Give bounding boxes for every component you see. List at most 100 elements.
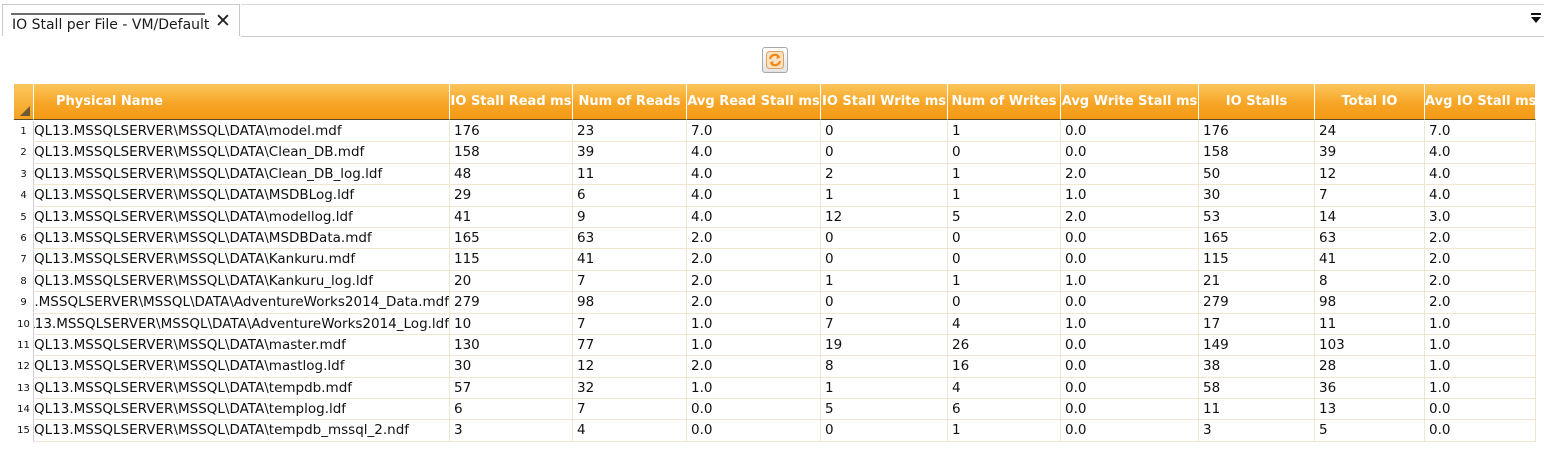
cell-total-io[interactable]: 5 (1315, 420, 1425, 442)
cell-num-of-reads[interactable]: 41 (573, 249, 687, 271)
row-number[interactable]: 10 (14, 313, 34, 335)
cell-total-io[interactable]: 98 (1315, 292, 1425, 314)
row-number[interactable]: 6 (14, 227, 34, 250)
cell-avg-write-stall-ms[interactable]: 0.0 (1061, 227, 1199, 250)
cell-avg-io-stall-ms[interactable]: 2.0 (1425, 292, 1536, 314)
cell-num-of-writes[interactable]: 0 (948, 142, 1061, 164)
table-row[interactable]: 8 QL13.MSSQLSERVER\MSSQL\DATA\Kankuru_log… (14, 270, 1536, 293)
column-header-io-stall-write-ms[interactable]: IO Stall Write ms (821, 84, 948, 120)
refresh-button[interactable] (762, 47, 788, 73)
cell-num-of-writes[interactable]: 1 (948, 185, 1061, 207)
cell-physical-name[interactable]: QL13.MSSQLSERVER\MSSQL\DATA\Clean_DB.mdf (34, 142, 450, 164)
cell-physical-name[interactable]: QL13.MSSQLSERVER\MSSQL\DATA\master.mdf (34, 334, 450, 357)
cell-avg-write-stall-ms[interactable]: 0.0 (1061, 334, 1199, 357)
cell-num-of-writes[interactable]: 1 (948, 121, 1061, 143)
cell-io-stalls[interactable]: 21 (1199, 270, 1315, 293)
cell-io-stall-write-ms[interactable]: 8 (821, 356, 948, 378)
table-row[interactable]: 3 QL13.MSSQLSERVER\MSSQL\DATA\Clean_DB_lo… (14, 163, 1536, 186)
table-row[interactable]: 7 QL13.MSSQLSERVER\MSSQL\DATA\Kankuru.mdf… (14, 249, 1536, 271)
cell-avg-io-stall-ms[interactable]: 2.0 (1425, 227, 1536, 250)
cell-io-stall-read-ms[interactable]: 20 (450, 270, 573, 293)
cell-avg-io-stall-ms[interactable]: 1.0 (1425, 356, 1536, 378)
cell-total-io[interactable]: 28 (1315, 356, 1425, 378)
select-all-corner[interactable] (14, 84, 34, 120)
cell-io-stalls[interactable]: 165 (1199, 227, 1315, 250)
cell-io-stall-read-ms[interactable]: 41 (450, 206, 573, 228)
cell-io-stalls[interactable]: 38 (1199, 356, 1315, 378)
cell-avg-io-stall-ms[interactable]: 2.0 (1425, 249, 1536, 271)
cell-avg-read-stall-ms[interactable]: 1.0 (687, 334, 821, 357)
cell-avg-write-stall-ms[interactable]: 0.0 (1061, 377, 1199, 400)
tab-io-stall-per-file[interactable]: IO Stall per File - VM/Default ✕ (2, 4, 240, 36)
table-row[interactable]: 6 QL13.MSSQLSERVER\MSSQL\DATA\MSDBData.md… (14, 227, 1536, 250)
cell-avg-write-stall-ms[interactable]: 0.0 (1061, 142, 1199, 164)
table-row[interactable]: 9 QL13.MSSQLSERVER\MSSQL\DATA\AdventureWo… (14, 292, 1536, 314)
cell-avg-write-stall-ms[interactable]: 1.0 (1061, 313, 1199, 335)
cell-avg-write-stall-ms[interactable]: 2.0 (1061, 163, 1199, 186)
cell-total-io[interactable]: 39 (1315, 142, 1425, 164)
table-row[interactable]: 2 QL13.MSSQLSERVER\MSSQL\DATA\Clean_DB.md… (14, 142, 1536, 164)
table-row[interactable]: 10 QL13.MSSQLSERVER\MSSQL\DATA\AdventureW… (14, 313, 1536, 335)
row-number[interactable]: 7 (14, 249, 34, 271)
cell-io-stall-write-ms[interactable]: 1 (821, 270, 948, 293)
column-header-physical-name[interactable]: Physical Name (34, 84, 450, 120)
cell-num-of-writes[interactable]: 1 (948, 163, 1061, 186)
column-header-avg-io-stall-ms[interactable]: Avg IO Stall ms (1425, 84, 1536, 120)
cell-io-stall-write-ms[interactable]: 12 (821, 206, 948, 228)
cell-io-stalls[interactable]: 53 (1199, 206, 1315, 228)
cell-num-of-reads[interactable]: 77 (573, 334, 687, 357)
cell-io-stall-read-ms[interactable]: 10 (450, 313, 573, 335)
cell-avg-io-stall-ms[interactable]: 3.0 (1425, 206, 1536, 228)
table-row[interactable]: 15 QL13.MSSQLSERVER\MSSQL\DATA\tempdb_mss… (14, 420, 1536, 442)
cell-avg-read-stall-ms[interactable]: 1.0 (687, 377, 821, 400)
cell-num-of-reads[interactable]: 23 (573, 121, 687, 143)
column-header-num-of-reads[interactable]: Num of Reads (573, 84, 687, 120)
cell-io-stall-read-ms[interactable]: 3 (450, 420, 573, 442)
cell-io-stall-write-ms[interactable]: 5 (821, 399, 948, 421)
cell-avg-read-stall-ms[interactable]: 4.0 (687, 185, 821, 207)
cell-avg-write-stall-ms[interactable]: 1.0 (1061, 270, 1199, 293)
cell-avg-io-stall-ms[interactable]: 4.0 (1425, 185, 1536, 207)
cell-avg-write-stall-ms[interactable]: 0.0 (1061, 249, 1199, 271)
cell-io-stall-write-ms[interactable]: 1 (821, 185, 948, 207)
cell-physical-name[interactable]: QL13.MSSQLSERVER\MSSQL\DATA\model.mdf (34, 121, 450, 143)
cell-num-of-writes[interactable]: 16 (948, 356, 1061, 378)
cell-physical-name[interactable]: QL13.MSSQLSERVER\MSSQL\DATA\modellog.ldf (34, 206, 450, 228)
cell-num-of-reads[interactable]: 4 (573, 420, 687, 442)
cell-avg-io-stall-ms[interactable]: 1.0 (1425, 334, 1536, 357)
cell-io-stall-write-ms[interactable]: 2 (821, 163, 948, 186)
cell-total-io[interactable]: 12 (1315, 163, 1425, 186)
column-header-io-stalls[interactable]: IO Stalls (1199, 84, 1315, 120)
cell-io-stall-read-ms[interactable]: 57 (450, 377, 573, 400)
cell-io-stall-write-ms[interactable]: 0 (821, 292, 948, 314)
cell-io-stall-read-ms[interactable]: 158 (450, 142, 573, 164)
cell-total-io[interactable]: 13 (1315, 399, 1425, 421)
cell-avg-write-stall-ms[interactable]: 0.0 (1061, 420, 1199, 442)
cell-io-stalls[interactable]: 149 (1199, 334, 1315, 357)
row-number[interactable]: 4 (14, 185, 34, 207)
cell-num-of-writes[interactable]: 1 (948, 270, 1061, 293)
cell-num-of-writes[interactable]: 0 (948, 227, 1061, 250)
column-header-io-stall-read-ms[interactable]: IO Stall Read ms (450, 84, 573, 120)
cell-num-of-reads[interactable]: 32 (573, 377, 687, 400)
column-header-avg-write-stall-ms[interactable]: Avg Write Stall ms (1061, 84, 1199, 120)
cell-total-io[interactable]: 63 (1315, 227, 1425, 250)
cell-num-of-reads[interactable]: 63 (573, 227, 687, 250)
cell-physical-name[interactable]: QL13.MSSQLSERVER\MSSQL\DATA\Kankuru.mdf (34, 249, 450, 271)
cell-io-stalls[interactable]: 58 (1199, 377, 1315, 400)
column-header-avg-read-stall-ms[interactable]: Avg Read Stall ms (687, 84, 821, 120)
cell-total-io[interactable]: 7 (1315, 185, 1425, 207)
cell-io-stall-read-ms[interactable]: 30 (450, 356, 573, 378)
row-number[interactable]: 11 (14, 334, 34, 357)
cell-io-stalls[interactable]: 11 (1199, 399, 1315, 421)
cell-avg-read-stall-ms[interactable]: 4.0 (687, 163, 821, 186)
cell-total-io[interactable]: 103 (1315, 334, 1425, 357)
cell-avg-write-stall-ms[interactable]: 0.0 (1061, 399, 1199, 421)
cell-avg-read-stall-ms[interactable]: 4.0 (687, 206, 821, 228)
cell-avg-read-stall-ms[interactable]: 2.0 (687, 249, 821, 271)
cell-avg-write-stall-ms[interactable]: 1.0 (1061, 185, 1199, 207)
cell-num-of-writes[interactable]: 4 (948, 377, 1061, 400)
cell-io-stalls[interactable]: 176 (1199, 121, 1315, 143)
cell-avg-io-stall-ms[interactable]: 7.0 (1425, 121, 1536, 143)
cell-avg-read-stall-ms[interactable]: 2.0 (687, 227, 821, 250)
